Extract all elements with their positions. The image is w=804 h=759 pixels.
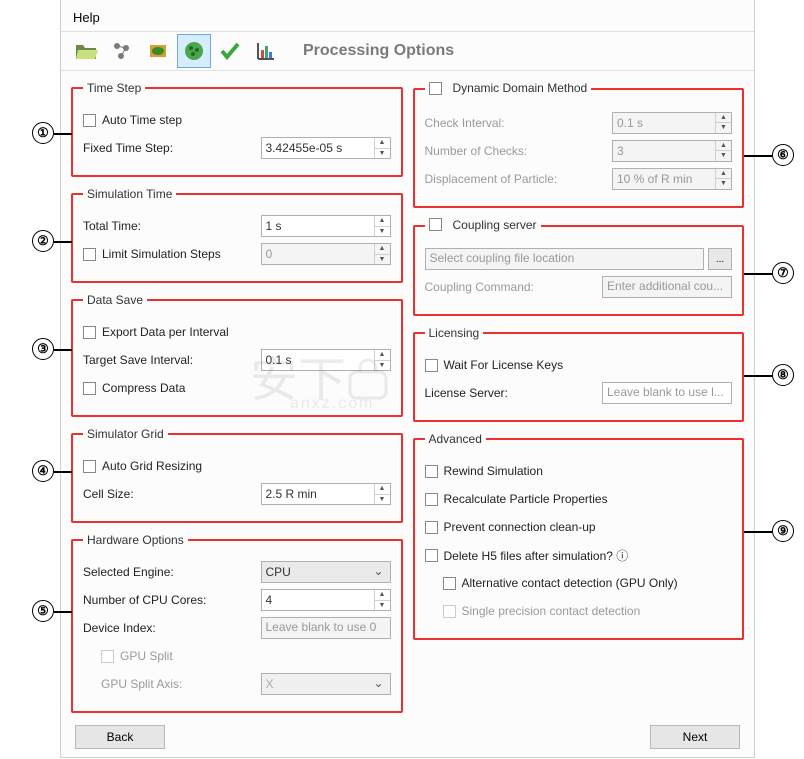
prevent-label: Prevent connection clean-up: [444, 520, 733, 534]
coupling-group: Coupling server Select coupling file loc…: [413, 218, 745, 317]
processing-icon[interactable]: [177, 34, 211, 68]
menu-help[interactable]: Help: [61, 0, 754, 31]
num-checks-input[interactable]: 3▲▼: [612, 140, 732, 162]
anno-5: ⑤: [32, 600, 54, 622]
target-save-input[interactable]: 0.1 s▲▼: [261, 349, 391, 371]
domain-icon[interactable]: [141, 34, 175, 68]
coupling-legend: Coupling server: [453, 218, 537, 232]
fixed-timestep-input[interactable]: 3.42455e-05 s▲▼: [261, 137, 391, 159]
delete-h5-label: Delete H5 files after simulation? ⓘ: [444, 547, 733, 564]
license-server-input[interactable]: Leave blank to use l...: [602, 382, 732, 404]
limit-steps-input[interactable]: 0▲▼: [261, 243, 391, 265]
limit-steps-label: Limit Simulation Steps: [102, 247, 255, 261]
compress-checkbox[interactable]: [83, 382, 96, 395]
anno-2: ②: [32, 230, 54, 252]
auto-grid-label: Auto Grid Resizing: [102, 459, 391, 473]
window: Help Processing Options Time Step Auto T…: [60, 0, 755, 758]
cores-input[interactable]: 4▲▼: [261, 589, 391, 611]
browse-button[interactable]: ...: [708, 248, 732, 270]
anno-8: ⑧: [772, 364, 794, 386]
grid-group: Simulator Grid Auto Grid Resizing Cell S…: [71, 427, 403, 523]
coupling-checkbox[interactable]: [429, 218, 442, 231]
ddm-checkbox[interactable]: [429, 82, 442, 95]
next-button[interactable]: Next: [650, 725, 740, 749]
rewind-label: Rewind Simulation: [444, 464, 733, 478]
grid-legend: Simulator Grid: [83, 427, 168, 441]
anno-3: ③: [32, 338, 54, 360]
export-data-checkbox[interactable]: [83, 326, 96, 339]
hw-legend: Hardware Options: [83, 533, 188, 547]
anno-7: ⑦: [772, 262, 794, 284]
rewind-checkbox[interactable]: [425, 465, 438, 478]
check-interval-label: Check Interval:: [425, 116, 613, 130]
anno-9: ⑨: [772, 520, 794, 542]
anno-6: ⑥: [772, 144, 794, 166]
single-prec-label: Single precision contact detection: [462, 604, 733, 618]
anno-1: ①: [32, 122, 54, 144]
limit-steps-checkbox[interactable]: [83, 248, 96, 261]
target-save-label: Target Save Interval:: [83, 353, 261, 367]
cell-size-input[interactable]: 2.5 R min▲▼: [261, 483, 391, 505]
device-input[interactable]: Leave blank to use 0: [261, 617, 391, 639]
delete-h5-checkbox[interactable]: [425, 549, 438, 562]
particles-icon[interactable]: [105, 34, 139, 68]
num-checks-label: Number of Checks:: [425, 144, 613, 158]
coupling-cmd-label: Coupling Command:: [425, 280, 603, 294]
alt-contact-checkbox[interactable]: [443, 577, 456, 590]
hardware-group: Hardware Options Selected Engine: CPU Nu…: [71, 533, 403, 713]
timestep-group: Time Step Auto Time step Fixed Time Step…: [71, 81, 403, 177]
check-interval-input[interactable]: 0.1 s▲▼: [612, 112, 732, 134]
fixed-timestep-label: Fixed Time Step:: [83, 141, 261, 155]
toolbar: Processing Options: [61, 31, 754, 71]
engine-combo[interactable]: CPU: [261, 561, 391, 583]
auto-timestep-label: Auto Time step: [102, 113, 391, 127]
gpu-axis-combo: X: [261, 673, 391, 695]
back-button[interactable]: Back: [75, 725, 165, 749]
auto-grid-checkbox[interactable]: [83, 460, 96, 473]
total-time-label: Total Time:: [83, 219, 261, 233]
disp-particle-label: Displacement of Particle:: [425, 172, 613, 186]
device-label: Device Index:: [83, 621, 261, 635]
export-data-label: Export Data per Interval: [102, 325, 391, 339]
disp-particle-input[interactable]: 10 % of R min▲▼: [612, 168, 732, 190]
advanced-legend: Advanced: [425, 432, 486, 446]
alt-contact-label: Alternative contact detection (GPU Only): [462, 576, 733, 590]
chart-icon[interactable]: [249, 34, 283, 68]
datasave-group: Data Save Export Data per Interval Targe…: [71, 293, 403, 417]
gpu-axis-label: GPU Split Axis:: [101, 677, 261, 691]
total-time-input[interactable]: 1 s▲▼: [261, 215, 391, 237]
simtime-legend: Simulation Time: [83, 187, 176, 201]
licensing-group: Licensing Wait For License Keys License …: [413, 326, 745, 422]
cell-size-label: Cell Size:: [83, 487, 261, 501]
auto-timestep-checkbox[interactable]: [83, 114, 96, 127]
coupling-file-input[interactable]: Select coupling file location: [425, 248, 705, 270]
recalc-label: Recalculate Particle Properties: [444, 492, 733, 506]
ddm-group: Dynamic Domain Method Check Interval: 0.…: [413, 81, 745, 208]
wait-license-checkbox[interactable]: [425, 359, 438, 372]
single-prec-checkbox: [443, 605, 456, 618]
gpu-split-label: GPU Split: [120, 649, 391, 663]
advanced-group: Advanced Rewind Simulation Recalculate P…: [413, 432, 745, 640]
prevent-checkbox[interactable]: [425, 521, 438, 534]
simtime-group: Simulation Time Total Time: 1 s▲▼ Limit …: [71, 187, 403, 283]
check-icon[interactable]: [213, 34, 247, 68]
license-server-label: License Server:: [425, 386, 603, 400]
gpu-split-checkbox[interactable]: [101, 650, 114, 663]
licensing-legend: Licensing: [425, 326, 484, 340]
engine-label: Selected Engine:: [83, 565, 261, 579]
ddm-legend: Dynamic Domain Method: [453, 81, 588, 95]
open-icon[interactable]: [69, 34, 103, 68]
recalc-checkbox[interactable]: [425, 493, 438, 506]
cores-label: Number of CPU Cores:: [83, 593, 261, 607]
coupling-cmd-input[interactable]: Enter additional cou...: [602, 276, 732, 298]
compress-label: Compress Data: [102, 381, 391, 395]
timestep-legend: Time Step: [83, 81, 145, 95]
page-title: Processing Options: [303, 42, 454, 60]
anno-4: ④: [32, 460, 54, 482]
datasave-legend: Data Save: [83, 293, 147, 307]
wait-license-label: Wait For License Keys: [444, 358, 733, 372]
